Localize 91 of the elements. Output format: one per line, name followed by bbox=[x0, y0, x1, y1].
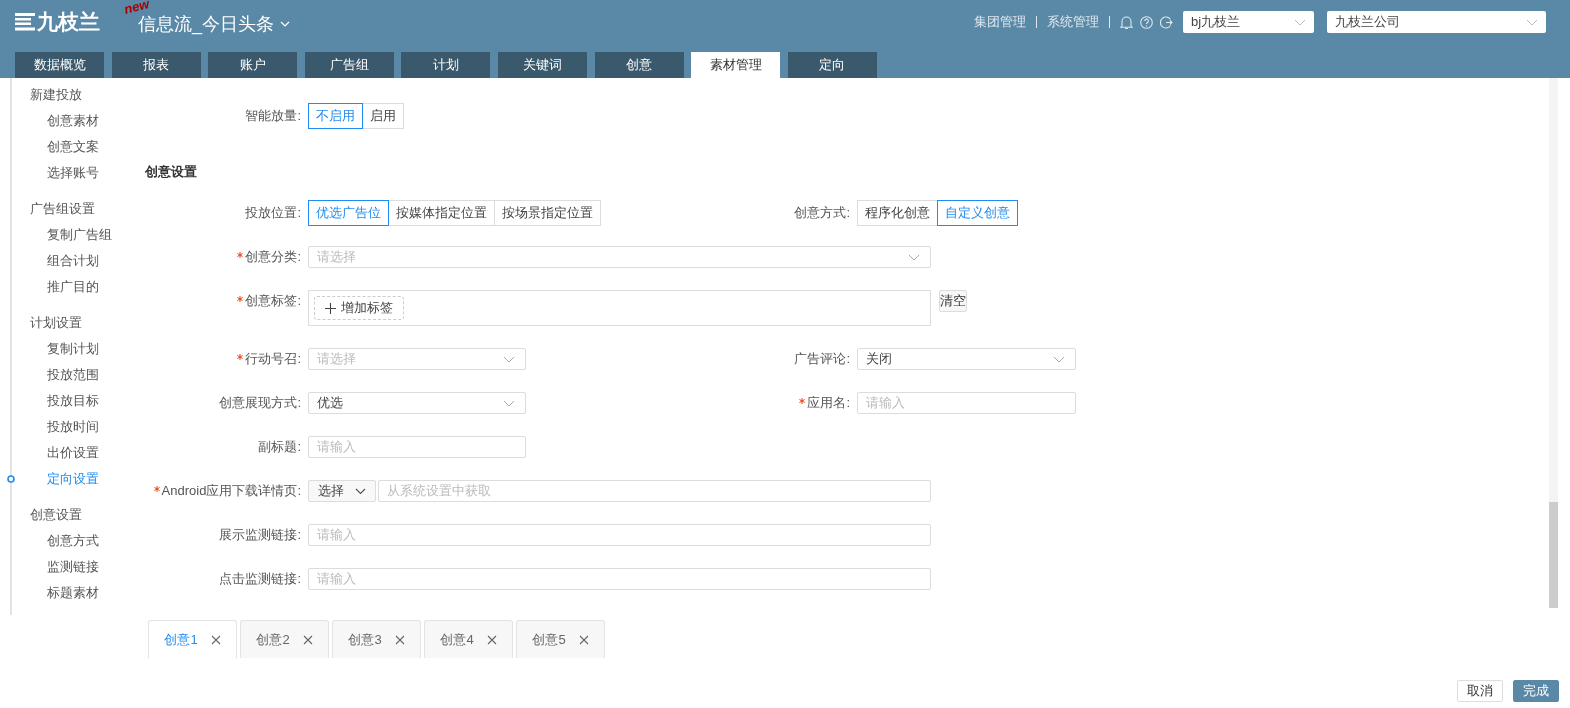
field-label: 投放位置: bbox=[245, 204, 301, 222]
nav-tab[interactable]: 数据概览 bbox=[15, 52, 104, 78]
cancel-button[interactable]: 取消 bbox=[1457, 680, 1503, 702]
sidebar-item[interactable]: 创意方式 bbox=[47, 533, 99, 548]
select-field[interactable]: 优选 bbox=[308, 392, 526, 414]
chevron-down-icon bbox=[355, 487, 366, 495]
required-icon bbox=[153, 486, 160, 492]
creative-tab[interactable]: 创意1 bbox=[148, 620, 237, 658]
bell-icon[interactable] bbox=[1120, 14, 1133, 30]
close-icon[interactable] bbox=[394, 634, 405, 645]
option-button[interactable]: 自定义创意 bbox=[937, 200, 1018, 226]
sidebar-item[interactable]: 创意素材 bbox=[47, 113, 99, 128]
sidebar-item[interactable]: 投放目标 bbox=[47, 393, 99, 408]
help-icon[interactable] bbox=[1140, 15, 1153, 29]
option-button[interactable]: 程序化创意 bbox=[857, 200, 938, 226]
creative-tab[interactable]: 创意2 bbox=[240, 620, 329, 658]
sidebar-item[interactable]: 投放范围 bbox=[47, 367, 99, 382]
close-icon[interactable] bbox=[486, 634, 497, 645]
add-tag-button[interactable]: 增加标签 bbox=[314, 296, 404, 320]
sidebar-item[interactable]: 复制广告组 bbox=[47, 227, 112, 242]
scrollbar-thumb[interactable] bbox=[1549, 502, 1558, 608]
chevron-down-icon bbox=[1294, 18, 1306, 26]
tag-field[interactable]: 增加标签 bbox=[308, 290, 931, 326]
chevron-down-icon bbox=[1526, 18, 1538, 26]
field-label: 创意展现方式: bbox=[219, 394, 301, 412]
plus-icon bbox=[325, 302, 336, 314]
scrollbar[interactable] bbox=[1549, 78, 1558, 608]
sidebar-group-title[interactable]: 新建投放 bbox=[30, 82, 82, 108]
required-icon bbox=[237, 354, 244, 360]
clear-button[interactable]: 清空 bbox=[939, 290, 967, 312]
field-label: 展示监测链接: bbox=[219, 526, 301, 544]
sidebar-group-title[interactable]: 创意设置 bbox=[30, 502, 82, 528]
field-label: 副标题: bbox=[258, 438, 301, 456]
nav-tab[interactable]: 广告组 bbox=[304, 52, 394, 78]
field-label: 创意分类: bbox=[245, 248, 301, 266]
sidebar-item[interactable]: 复制计划 bbox=[47, 341, 99, 356]
sidebar-item[interactable]: 定向设置 bbox=[47, 471, 99, 486]
logo-text: 九枝兰 bbox=[37, 9, 100, 35]
sidebar-group-title[interactable]: 广告组设置 bbox=[30, 196, 95, 222]
creative-tab[interactable]: 创意3 bbox=[332, 620, 421, 658]
sidebar-item[interactable]: 组合计划 bbox=[47, 253, 99, 268]
section-title: 创意设置 bbox=[144, 163, 197, 181]
creative-tab[interactable]: 创意4 bbox=[424, 620, 513, 658]
close-icon[interactable] bbox=[578, 634, 589, 645]
sidebar-item[interactable]: 选择账号 bbox=[47, 165, 99, 180]
sidebar-group-title[interactable]: 计划设置 bbox=[30, 310, 82, 336]
sidebar-item[interactable]: 投放时间 bbox=[47, 419, 99, 434]
sidebar-item[interactable]: 监测链接 bbox=[47, 559, 99, 574]
field-label: 广告评论: bbox=[794, 350, 850, 368]
close-icon[interactable] bbox=[210, 634, 221, 645]
creative-tab[interactable]: 创意5 bbox=[516, 620, 605, 658]
field-label: Android应用下载详情页: bbox=[161, 482, 301, 500]
field-label: 创意标签: bbox=[245, 292, 301, 310]
close-icon[interactable] bbox=[302, 634, 313, 645]
field-label: 智能放量: bbox=[245, 107, 301, 125]
selection-dot-icon bbox=[7, 475, 15, 483]
company-select[interactable]: 九枝兰公司 bbox=[1327, 11, 1546, 33]
nav-tab[interactable]: 报表 bbox=[111, 52, 201, 78]
nav-tab[interactable]: 关键词 bbox=[497, 52, 587, 78]
option-button[interactable]: 按场景指定位置 bbox=[494, 200, 601, 226]
nav-tab[interactable]: 计划 bbox=[401, 52, 491, 78]
field-label: 行动号召: bbox=[245, 350, 301, 368]
field-label: 应用名: bbox=[807, 394, 850, 412]
logo-icon bbox=[15, 12, 35, 32]
required-icon bbox=[237, 252, 244, 258]
field-label: 创意方式: bbox=[794, 204, 850, 222]
option-button[interactable]: 优选广告位 bbox=[308, 200, 389, 226]
chevron-down-icon bbox=[503, 399, 515, 407]
option-button[interactable]: 按媒体指定位置 bbox=[388, 200, 495, 226]
sidebar-item[interactable]: 创意文案 bbox=[47, 139, 99, 154]
chevron-down-icon bbox=[503, 355, 515, 363]
chevron-down-icon bbox=[1053, 355, 1065, 363]
sidebar-item[interactable]: 出价设置 bbox=[47, 445, 99, 460]
nav-tab[interactable]: 素材管理 bbox=[691, 52, 781, 78]
required-icon bbox=[799, 398, 806, 404]
logout-icon[interactable] bbox=[1160, 15, 1173, 29]
field-label: 点击监测链接: bbox=[219, 570, 301, 588]
account-select[interactable]: bj九枝兰 bbox=[1183, 11, 1314, 33]
sidebar-item[interactable]: 标题素材 bbox=[47, 585, 99, 600]
option-button[interactable]: 启用 bbox=[362, 103, 404, 129]
nav-tab[interactable]: 定向 bbox=[787, 52, 877, 78]
chevron-down-icon bbox=[908, 253, 920, 261]
sidebar-item[interactable]: 推广目的 bbox=[47, 279, 99, 294]
done-button[interactable]: 完成 bbox=[1513, 680, 1559, 702]
chevron-down-icon[interactable] bbox=[280, 21, 290, 27]
select-field[interactable]: 关闭 bbox=[857, 348, 1076, 370]
required-icon bbox=[237, 296, 244, 302]
option-button[interactable]: 不启用 bbox=[308, 103, 363, 129]
select-field[interactable]: 选择 bbox=[308, 480, 376, 502]
nav-tab[interactable]: 创意 bbox=[594, 52, 684, 78]
nav-tab[interactable]: 账户 bbox=[208, 52, 298, 78]
